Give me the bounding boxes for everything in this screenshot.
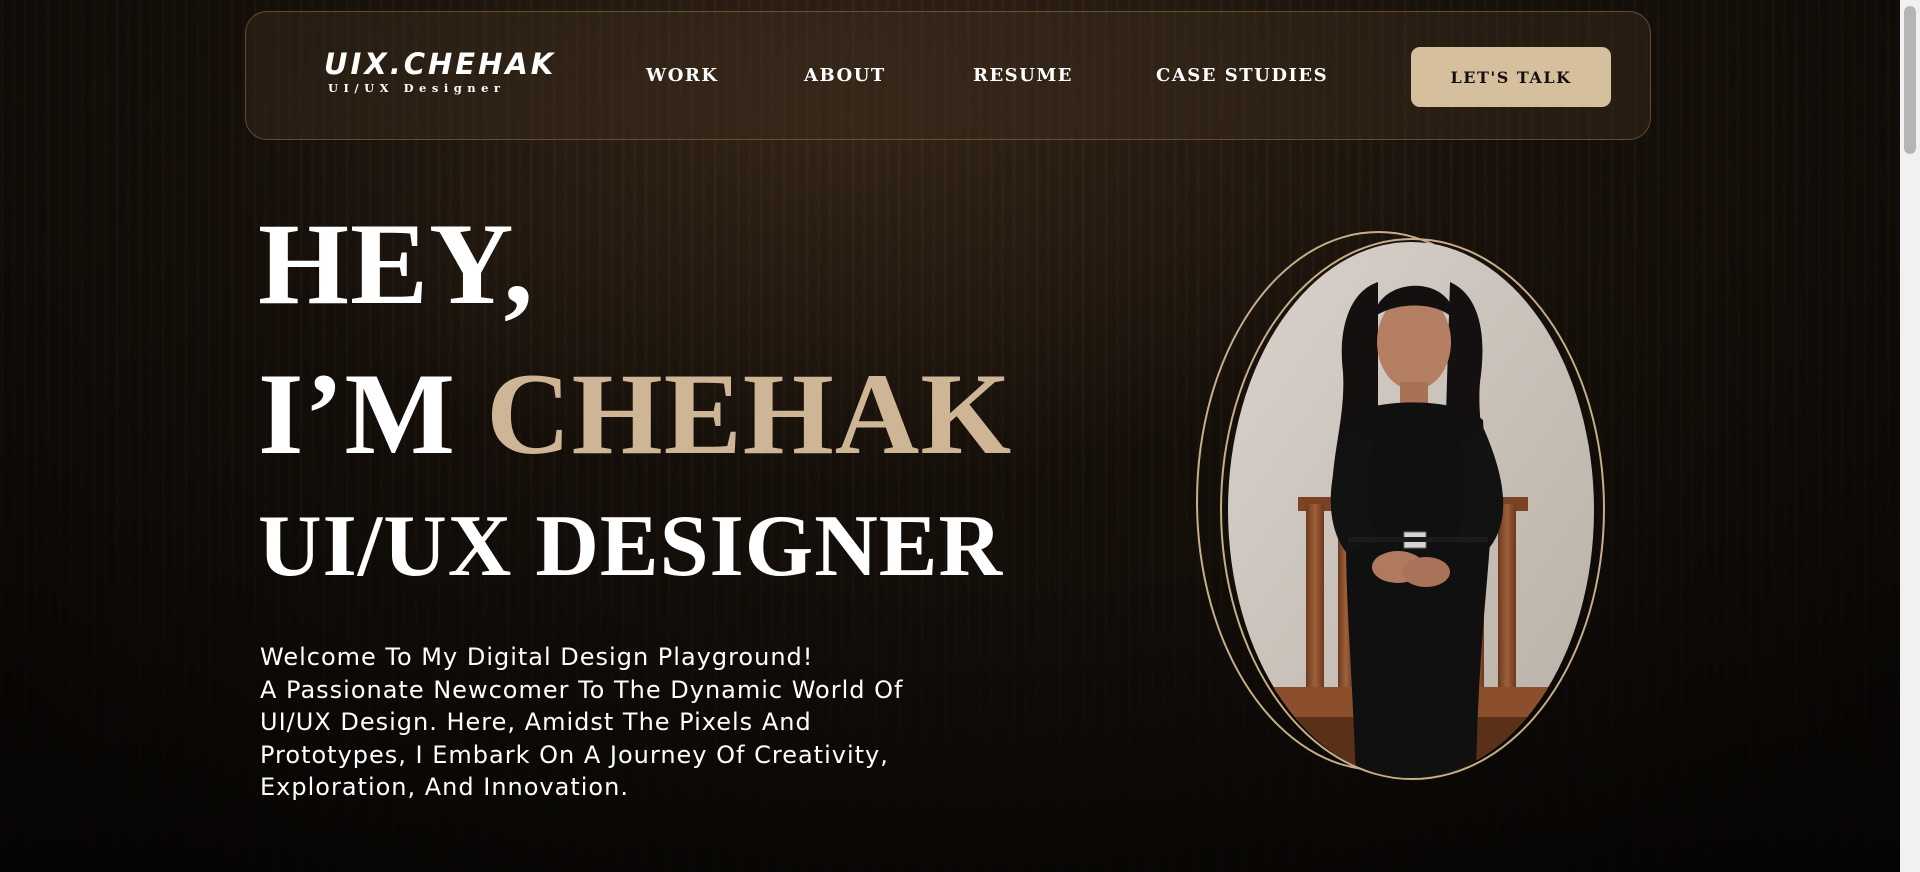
intro-line: UI/UX Design. Here, Amidst The Pixels An… <box>260 708 812 736</box>
nav-link-resume[interactable]: RESUME <box>973 64 1073 88</box>
navbar: UIX.CHEHAK UI/UX Designer WORK ABOUT RES… <box>245 11 1651 140</box>
logo-subtitle: UI/UX Designer <box>328 81 506 95</box>
hero-name: CHEHAK <box>486 350 1013 479</box>
portrait-photo <box>1228 242 1594 778</box>
logo[interactable]: UIX.CHEHAK UI/UX Designer <box>324 47 557 96</box>
intro-line: Exploration, And Innovation. <box>260 773 629 801</box>
nav-link-case-studies[interactable]: CASE STUDIES <box>1156 64 1328 88</box>
hero-role: UI/UX DESIGNER <box>258 498 1004 595</box>
nav-link-work[interactable]: WORK <box>646 64 719 88</box>
nav-link-about[interactable]: ABOUT <box>804 64 886 88</box>
scrollbar-thumb[interactable] <box>1904 6 1916 154</box>
hero-greeting: HEY, <box>258 200 535 329</box>
intro-line: A Passionate Newcomer To The Dynamic Wor… <box>260 675 904 704</box>
intro-line: Prototypes, I Embark On A Journey Of Cre… <box>260 740 889 769</box>
scrollbar[interactable] <box>1900 0 1920 872</box>
lets-talk-button[interactable]: LET'S TALK <box>1411 47 1611 107</box>
page: UIX.CHEHAK UI/UX Designer WORK ABOUT RES… <box>0 0 1900 872</box>
intro-line: Welcome To My Digital Design Playground! <box>260 643 814 671</box>
logo-title: UIX.CHEHAK <box>324 47 557 81</box>
hero-intro-line: I’M CHEHAK <box>258 350 1012 480</box>
intro-paragraph: Welcome To My Digital Design Playground!… <box>260 641 980 804</box>
hero-im-prefix: I’M <box>258 350 487 479</box>
portrait <box>1190 228 1620 788</box>
